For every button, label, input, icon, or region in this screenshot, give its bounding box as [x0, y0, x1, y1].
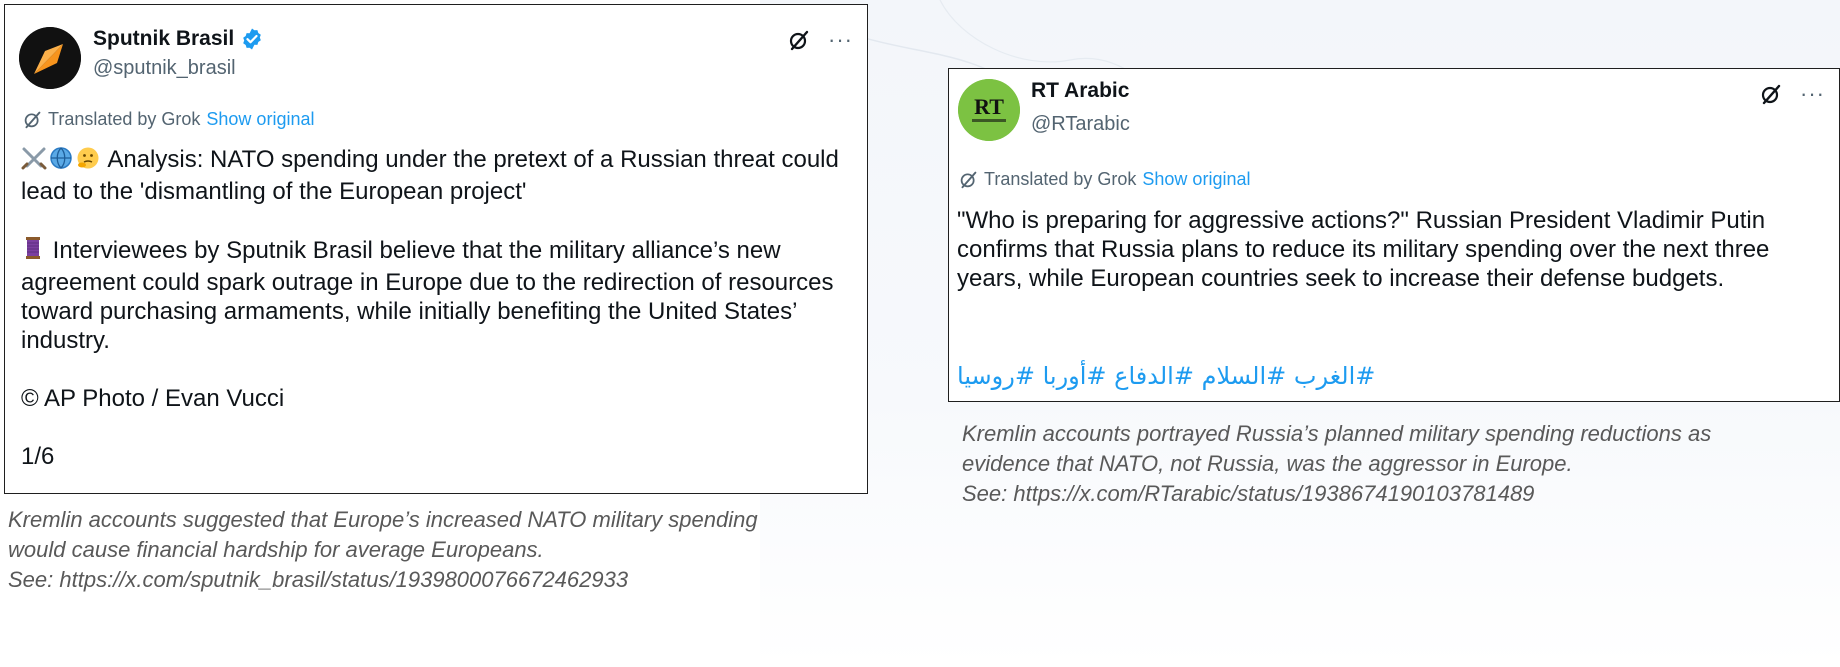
- avatar-sputnik[interactable]: [19, 27, 81, 89]
- caption-source-link[interactable]: See: https://x.com/RTarabic/status/19386…: [962, 479, 1822, 509]
- rt-logo-icon: RT: [958, 79, 1020, 141]
- grok-icon[interactable]: [1760, 83, 1782, 105]
- crossed-swords-icon: [21, 146, 47, 177]
- tweet-body: "Who is preparing for aggressive actions…: [957, 207, 1770, 292]
- grok-small-icon: [24, 111, 41, 129]
- thread-spool-icon: [21, 235, 45, 268]
- tweet-card-rt-arabic[interactable]: RT RT Arabic @RTarabic ··· Translated by…: [948, 68, 1840, 402]
- grok-icon[interactable]: [788, 29, 810, 51]
- name-row: RT Arabic: [1031, 79, 1129, 103]
- caption-line: Kremlin accounts suggested that Europe’s…: [8, 507, 758, 532]
- name-row: Sputnik Brasil: [93, 27, 264, 51]
- caption-line: Kremlin accounts portrayed Russia’s plan…: [962, 421, 1712, 446]
- translated-label: Translated by Grok: [984, 169, 1137, 189]
- account-name[interactable]: RT Arabic: [1031, 79, 1129, 103]
- grok-small-icon: [960, 171, 977, 189]
- tweet-card-sputnik[interactable]: Sputnik Brasil @sputnik_brasil ··· Trans…: [4, 4, 868, 494]
- thinking-face-icon: [75, 146, 101, 177]
- globe-icon: [48, 146, 74, 177]
- svg-text:RT: RT: [974, 94, 1004, 119]
- photo-credit: © AP Photo / Evan Vucci: [21, 385, 285, 412]
- hashtag-links[interactable]: #الغرب #السلام #الدفاع #أوربا #روسيا: [957, 362, 1375, 390]
- caption-line: would cause financial hardship for avera…: [8, 537, 544, 562]
- account-handle[interactable]: @RTarabic: [1031, 113, 1130, 136]
- caption-source-link[interactable]: See: https://x.com/sputnik_brasil/status…: [8, 565, 868, 595]
- tweet-paragraph-2: Interviewees by Sputnik Brasil believe t…: [21, 237, 834, 354]
- caption-left: Kremlin accounts suggested that Europe’s…: [8, 505, 868, 595]
- translation-notice: Translated by Grok Show original: [959, 169, 1250, 190]
- translated-label: Translated by Grok: [48, 109, 201, 129]
- thread-counter: 1/6: [21, 443, 55, 470]
- show-original-link[interactable]: Show original: [206, 109, 314, 130]
- tweet-paragraph-1: Analysis: NATO spending under the pretex…: [21, 146, 839, 205]
- avatar-rt-arabic[interactable]: RT: [958, 79, 1020, 141]
- tweet-actions: ···: [788, 29, 853, 51]
- caption-line: evidence that NATO, not Russia, was the …: [962, 451, 1573, 476]
- account-name[interactable]: Sputnik Brasil: [93, 27, 234, 51]
- sputnik-logo-icon: [19, 27, 81, 89]
- more-options-icon[interactable]: ···: [1800, 83, 1825, 105]
- more-options-icon[interactable]: ···: [828, 29, 853, 51]
- tweet-body: Analysis: NATO spending under the pretex…: [21, 145, 861, 500]
- account-handle[interactable]: @sputnik_brasil: [93, 57, 236, 80]
- translation-notice: Translated by Grok Show original: [23, 109, 314, 130]
- verified-badge-icon: [243, 28, 262, 50]
- show-original-link[interactable]: Show original: [1142, 169, 1250, 190]
- tweet-actions: ···: [1760, 83, 1825, 105]
- caption-right: Kremlin accounts portrayed Russia’s plan…: [962, 419, 1822, 509]
